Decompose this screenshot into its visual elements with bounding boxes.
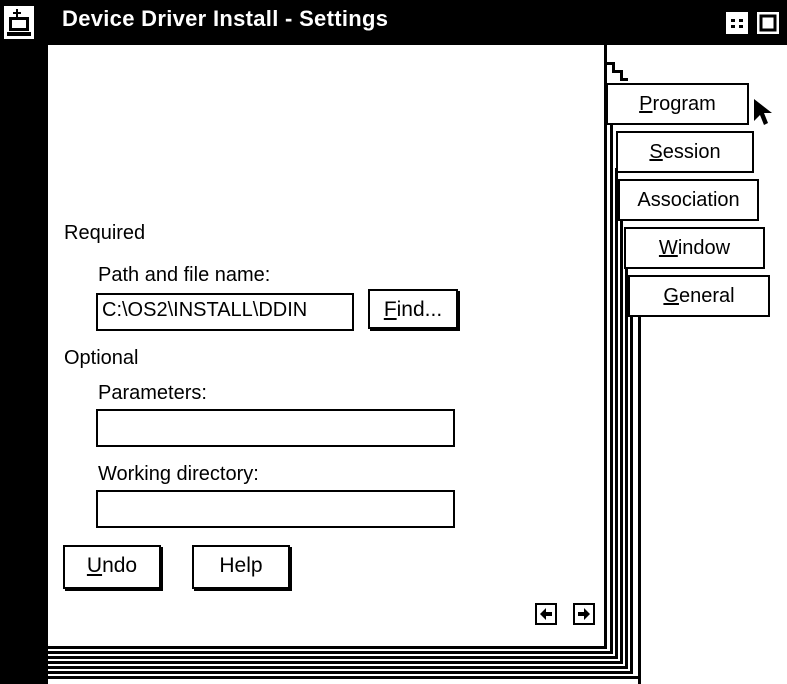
tab-label: ession	[662, 141, 721, 163]
parameters-label: Parameters:	[98, 382, 207, 404]
tab-mnemonic: W	[658, 237, 678, 259]
left-arrow-icon[interactable]	[535, 603, 557, 625]
tab-label: Association	[637, 189, 740, 211]
help-button[interactable]: Help	[192, 545, 290, 589]
path-input-value: C:\OS2\INSTALL\DDIN	[102, 299, 308, 321]
tab-label: rogram	[652, 93, 716, 115]
required-group-label: Required	[64, 222, 146, 244]
find-button[interactable]: Find...	[368, 289, 458, 329]
tab-mnemonic: S	[649, 141, 663, 163]
tab-mnemonic: G	[663, 285, 679, 307]
right-arrow-icon[interactable]	[573, 603, 595, 625]
tab-session[interactable]: Session	[616, 131, 754, 173]
tab-program[interactable]: Program	[606, 83, 749, 125]
working-directory-label: Working directory:	[98, 463, 259, 485]
parameters-input[interactable]	[96, 409, 455, 447]
undo-button[interactable]: Undo	[63, 545, 161, 589]
minimize-icon[interactable]	[724, 10, 750, 36]
mouse-pointer-icon	[754, 99, 772, 125]
tab-association[interactable]: Association	[618, 179, 759, 221]
find-label: ind...	[396, 298, 443, 321]
find-mnemonic: F	[383, 298, 397, 321]
tab-window[interactable]: Window	[624, 227, 765, 269]
path-label: Path and file name:	[98, 264, 271, 286]
window-frame-left	[0, 45, 48, 684]
title-bar: Device Driver Install - Settings	[0, 0, 787, 45]
tab-label: indow	[677, 237, 731, 259]
maximize-icon[interactable]	[755, 10, 781, 36]
working-directory-input[interactable]	[96, 490, 455, 528]
optional-group-label: Optional	[64, 347, 139, 369]
tab-label: eneral	[678, 285, 735, 307]
window-title: Device Driver Install - Settings	[62, 6, 389, 31]
path-input[interactable]: C:\OS2\INSTALL\DDIN	[96, 293, 354, 331]
tab-general[interactable]: General	[628, 275, 770, 317]
undo-label: ndo	[102, 554, 138, 577]
window-frame-right	[769, 45, 787, 684]
system-menu-icon[interactable]	[4, 6, 34, 39]
tab-mnemonic: P	[639, 93, 653, 115]
undo-mnemonic: U	[86, 554, 103, 577]
help-label: Help	[219, 554, 263, 577]
